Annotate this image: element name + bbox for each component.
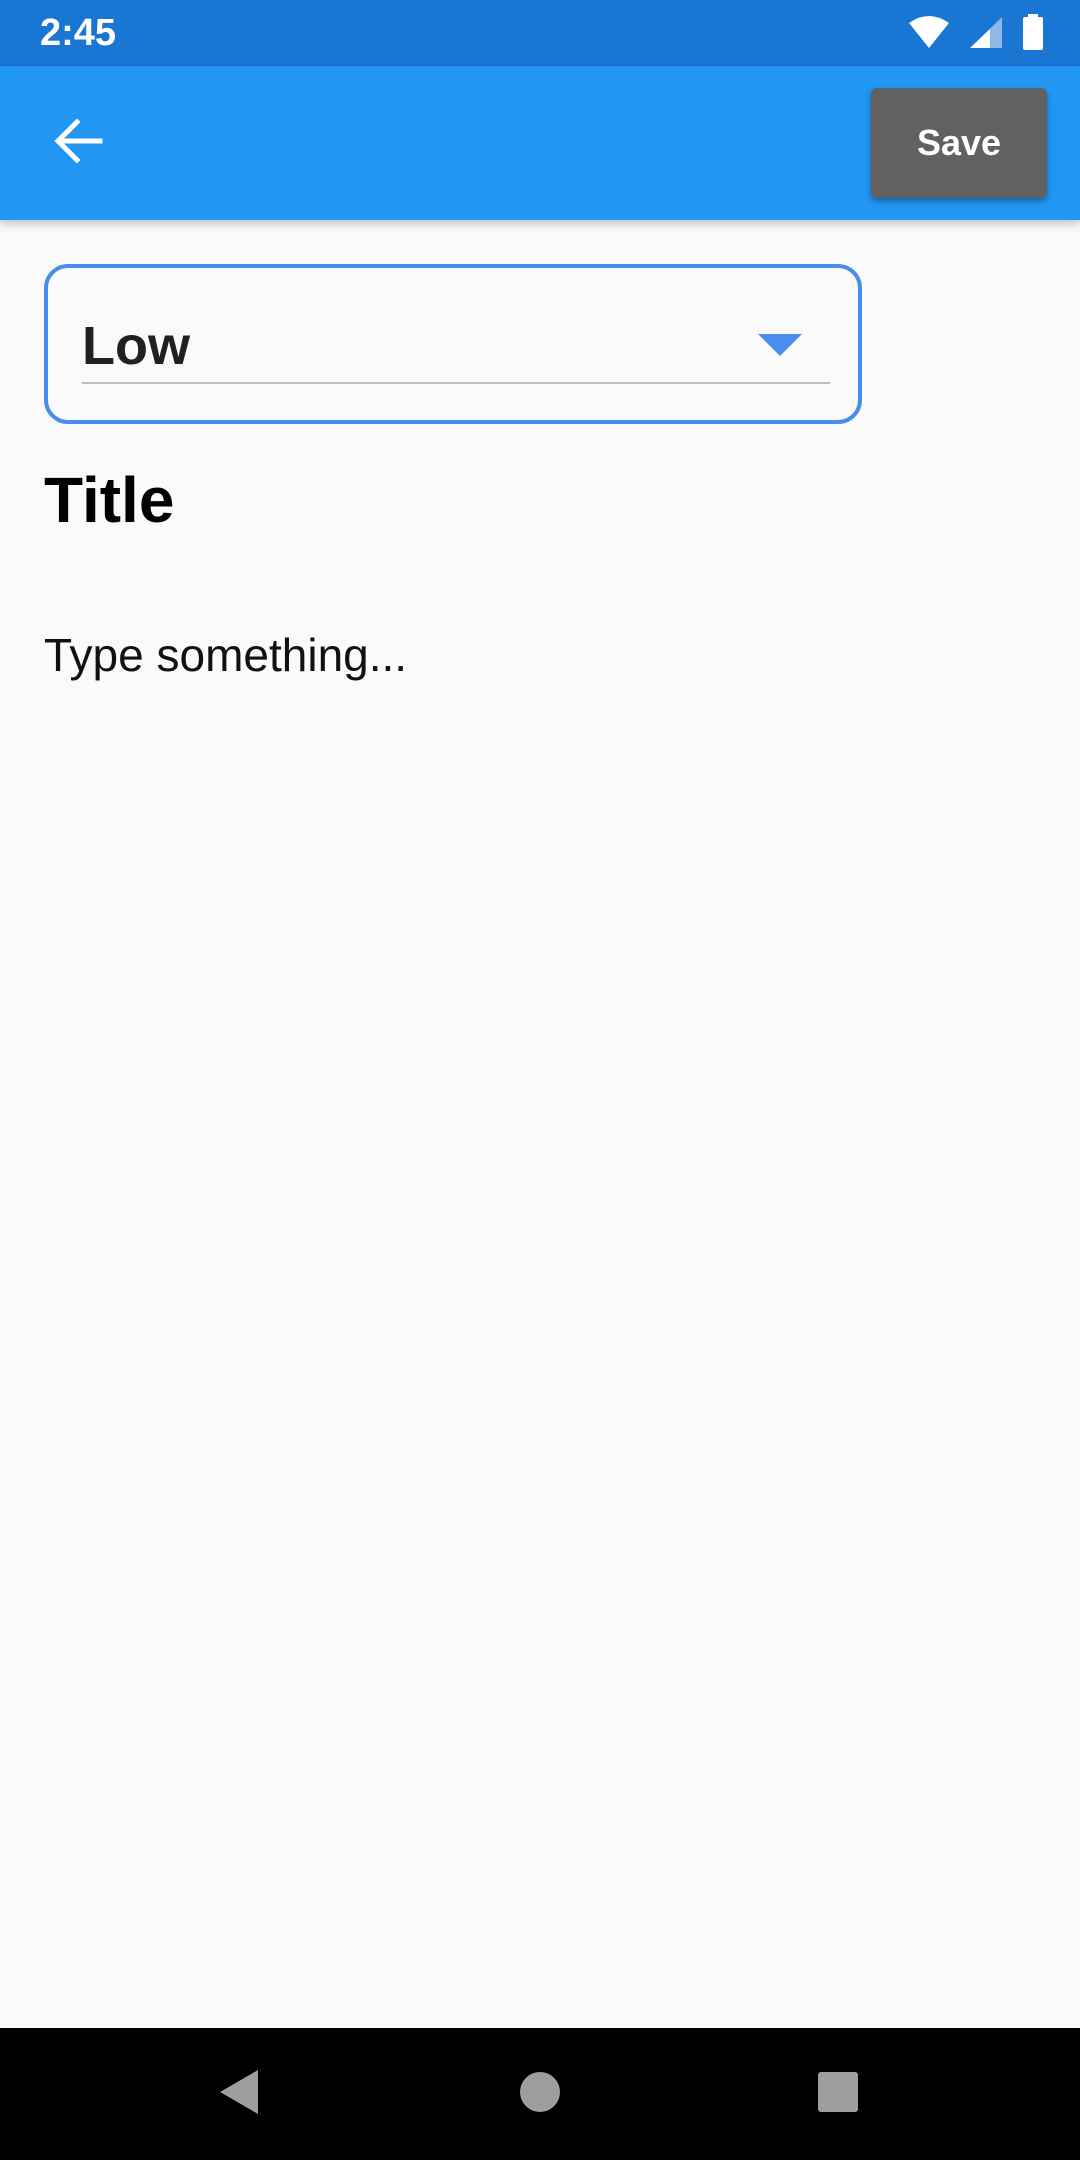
battery-icon: [1022, 14, 1044, 55]
status-time: 2:45: [40, 12, 117, 54]
app-bar: Save: [0, 66, 1080, 220]
nav-home-button[interactable]: [498, 2052, 582, 2136]
priority-dropdown-container: Low: [44, 264, 862, 424]
status-icons: [908, 14, 1044, 55]
status-bar: 2:45: [0, 0, 1080, 66]
back-button[interactable]: [36, 101, 120, 185]
save-button[interactable]: Save: [871, 88, 1047, 198]
nav-back-button[interactable]: [198, 2052, 282, 2136]
nav-recents-button[interactable]: [796, 2052, 880, 2136]
body-input[interactable]: Type something...: [44, 620, 407, 690]
arrow-back-icon: [53, 117, 103, 169]
navigation-bar: [0, 2028, 1080, 2160]
priority-dropdown[interactable]: Low: [82, 298, 830, 384]
title-input[interactable]: Title: [44, 458, 174, 542]
cell-signal-icon: [968, 15, 1004, 54]
recents-square-icon: [817, 2071, 859, 2118]
wifi-icon: [908, 15, 950, 54]
home-circle-icon: [519, 2071, 561, 2118]
priority-selected-value: Low: [82, 316, 190, 376]
dropdown-arrow-icon: [758, 334, 802, 356]
back-triangle-icon: [218, 2068, 262, 2121]
